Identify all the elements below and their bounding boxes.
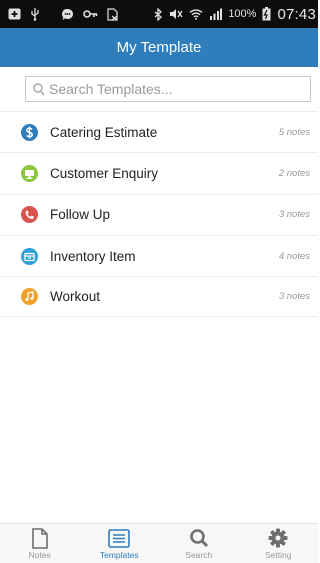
clock: 07:43 xyxy=(277,5,316,23)
nav-search[interactable]: Search xyxy=(159,524,239,563)
item-count: 3 notes xyxy=(278,209,310,221)
item-label: Workout xyxy=(50,289,101,305)
search-input[interactable] xyxy=(49,81,289,97)
template-list: Catering Estimate 5 notes Customer Enqui… xyxy=(0,111,318,318)
search-box[interactable] xyxy=(25,76,311,102)
app-header: My Template xyxy=(0,28,318,67)
nav-label: Notes xyxy=(28,550,51,560)
status-bar-right: 100% 07:43 xyxy=(154,6,316,23)
status-bar-left xyxy=(8,7,119,21)
notification-plus-icon xyxy=(8,8,21,20)
item-label: Customer Enquiry xyxy=(50,165,159,181)
nav-notes[interactable]: Notes xyxy=(0,524,80,563)
search-bar xyxy=(0,67,318,111)
nav-label: Templates xyxy=(99,550,139,560)
item-label: Inventory Item xyxy=(50,248,136,264)
bottom-nav: Notes Templates Search Setting xyxy=(0,523,318,563)
bluetooth-icon xyxy=(154,7,163,21)
search-icon xyxy=(33,82,45,96)
usb-icon xyxy=(30,7,40,21)
item-count: 5 notes xyxy=(278,126,310,138)
phone-screen: 100% 07:43 My Template Catering Estimate… xyxy=(0,0,318,563)
sim-card-icon xyxy=(107,7,119,21)
wifi-icon xyxy=(189,8,203,20)
search-icon xyxy=(189,527,209,549)
nav-label: Setting xyxy=(265,550,292,560)
list-item[interactable]: Follow Up 3 notes xyxy=(0,193,318,235)
signal-icon xyxy=(209,8,223,20)
nav-setting[interactable]: Setting xyxy=(239,524,319,563)
battery-icon xyxy=(262,7,271,21)
monitor-icon xyxy=(20,164,38,182)
notes-icon xyxy=(31,527,49,549)
gear-icon xyxy=(268,527,288,549)
list-item[interactable]: Customer Enquiry 2 notes xyxy=(0,152,318,193)
item-count: 4 notes xyxy=(278,250,310,262)
status-bar: 100% 07:43 xyxy=(0,0,318,28)
item-count: 2 notes xyxy=(278,167,310,179)
music-icon xyxy=(20,288,38,306)
templates-icon xyxy=(108,527,131,549)
box-icon xyxy=(20,247,38,265)
key-icon xyxy=(83,9,98,19)
item-count: 3 notes xyxy=(278,291,310,303)
list-item[interactable]: Catering Estimate 5 notes xyxy=(0,111,318,152)
chat-icon xyxy=(61,8,74,21)
phone-icon xyxy=(20,206,38,224)
page-title: My Template xyxy=(116,39,202,56)
nav-label: Search xyxy=(185,550,213,560)
mute-icon xyxy=(169,8,183,20)
list-item[interactable]: Workout 3 notes xyxy=(0,276,318,318)
item-label: Catering Estimate xyxy=(50,124,158,140)
nav-templates[interactable]: Templates xyxy=(80,524,160,563)
dollar-icon xyxy=(20,123,38,141)
item-label: Follow Up xyxy=(50,207,111,223)
list-item[interactable]: Inventory Item 4 notes xyxy=(0,234,318,276)
battery-percent: 100% xyxy=(228,8,257,20)
